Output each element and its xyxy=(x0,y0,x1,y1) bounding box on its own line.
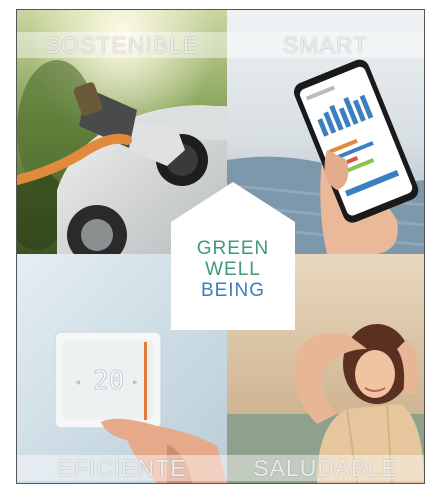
label-band-sostenible: SOSTENIBLE xyxy=(17,32,227,58)
label-sostenible: SOSTENIBLE xyxy=(44,31,200,58)
green-well-being-badge: GREEN WELL BEING xyxy=(169,180,297,332)
poster-frame: SOSTENIBLE SMART 20 ◂ ▸ EFICIENTE SALUDA… xyxy=(16,9,425,484)
label-smart: SMART xyxy=(282,31,369,58)
label-band-smart: SMART xyxy=(227,32,424,58)
label-band-eficiente: EFICIENTE xyxy=(17,455,227,481)
thermostat-reading: 20 xyxy=(93,366,124,396)
label-saludable: SALUDABLE xyxy=(253,454,398,481)
svg-text:▸: ▸ xyxy=(133,377,138,388)
label-band-saludable: SALUDABLE xyxy=(227,455,424,481)
badge-line-green: GREEN xyxy=(196,238,270,259)
badge-line-well: WELL xyxy=(205,259,261,280)
svg-text:◂: ◂ xyxy=(75,377,80,388)
badge-line-being: BEING xyxy=(200,280,266,301)
badge-text: GREEN WELL BEING xyxy=(169,238,297,301)
label-eficiente: EFICIENTE xyxy=(57,454,187,481)
